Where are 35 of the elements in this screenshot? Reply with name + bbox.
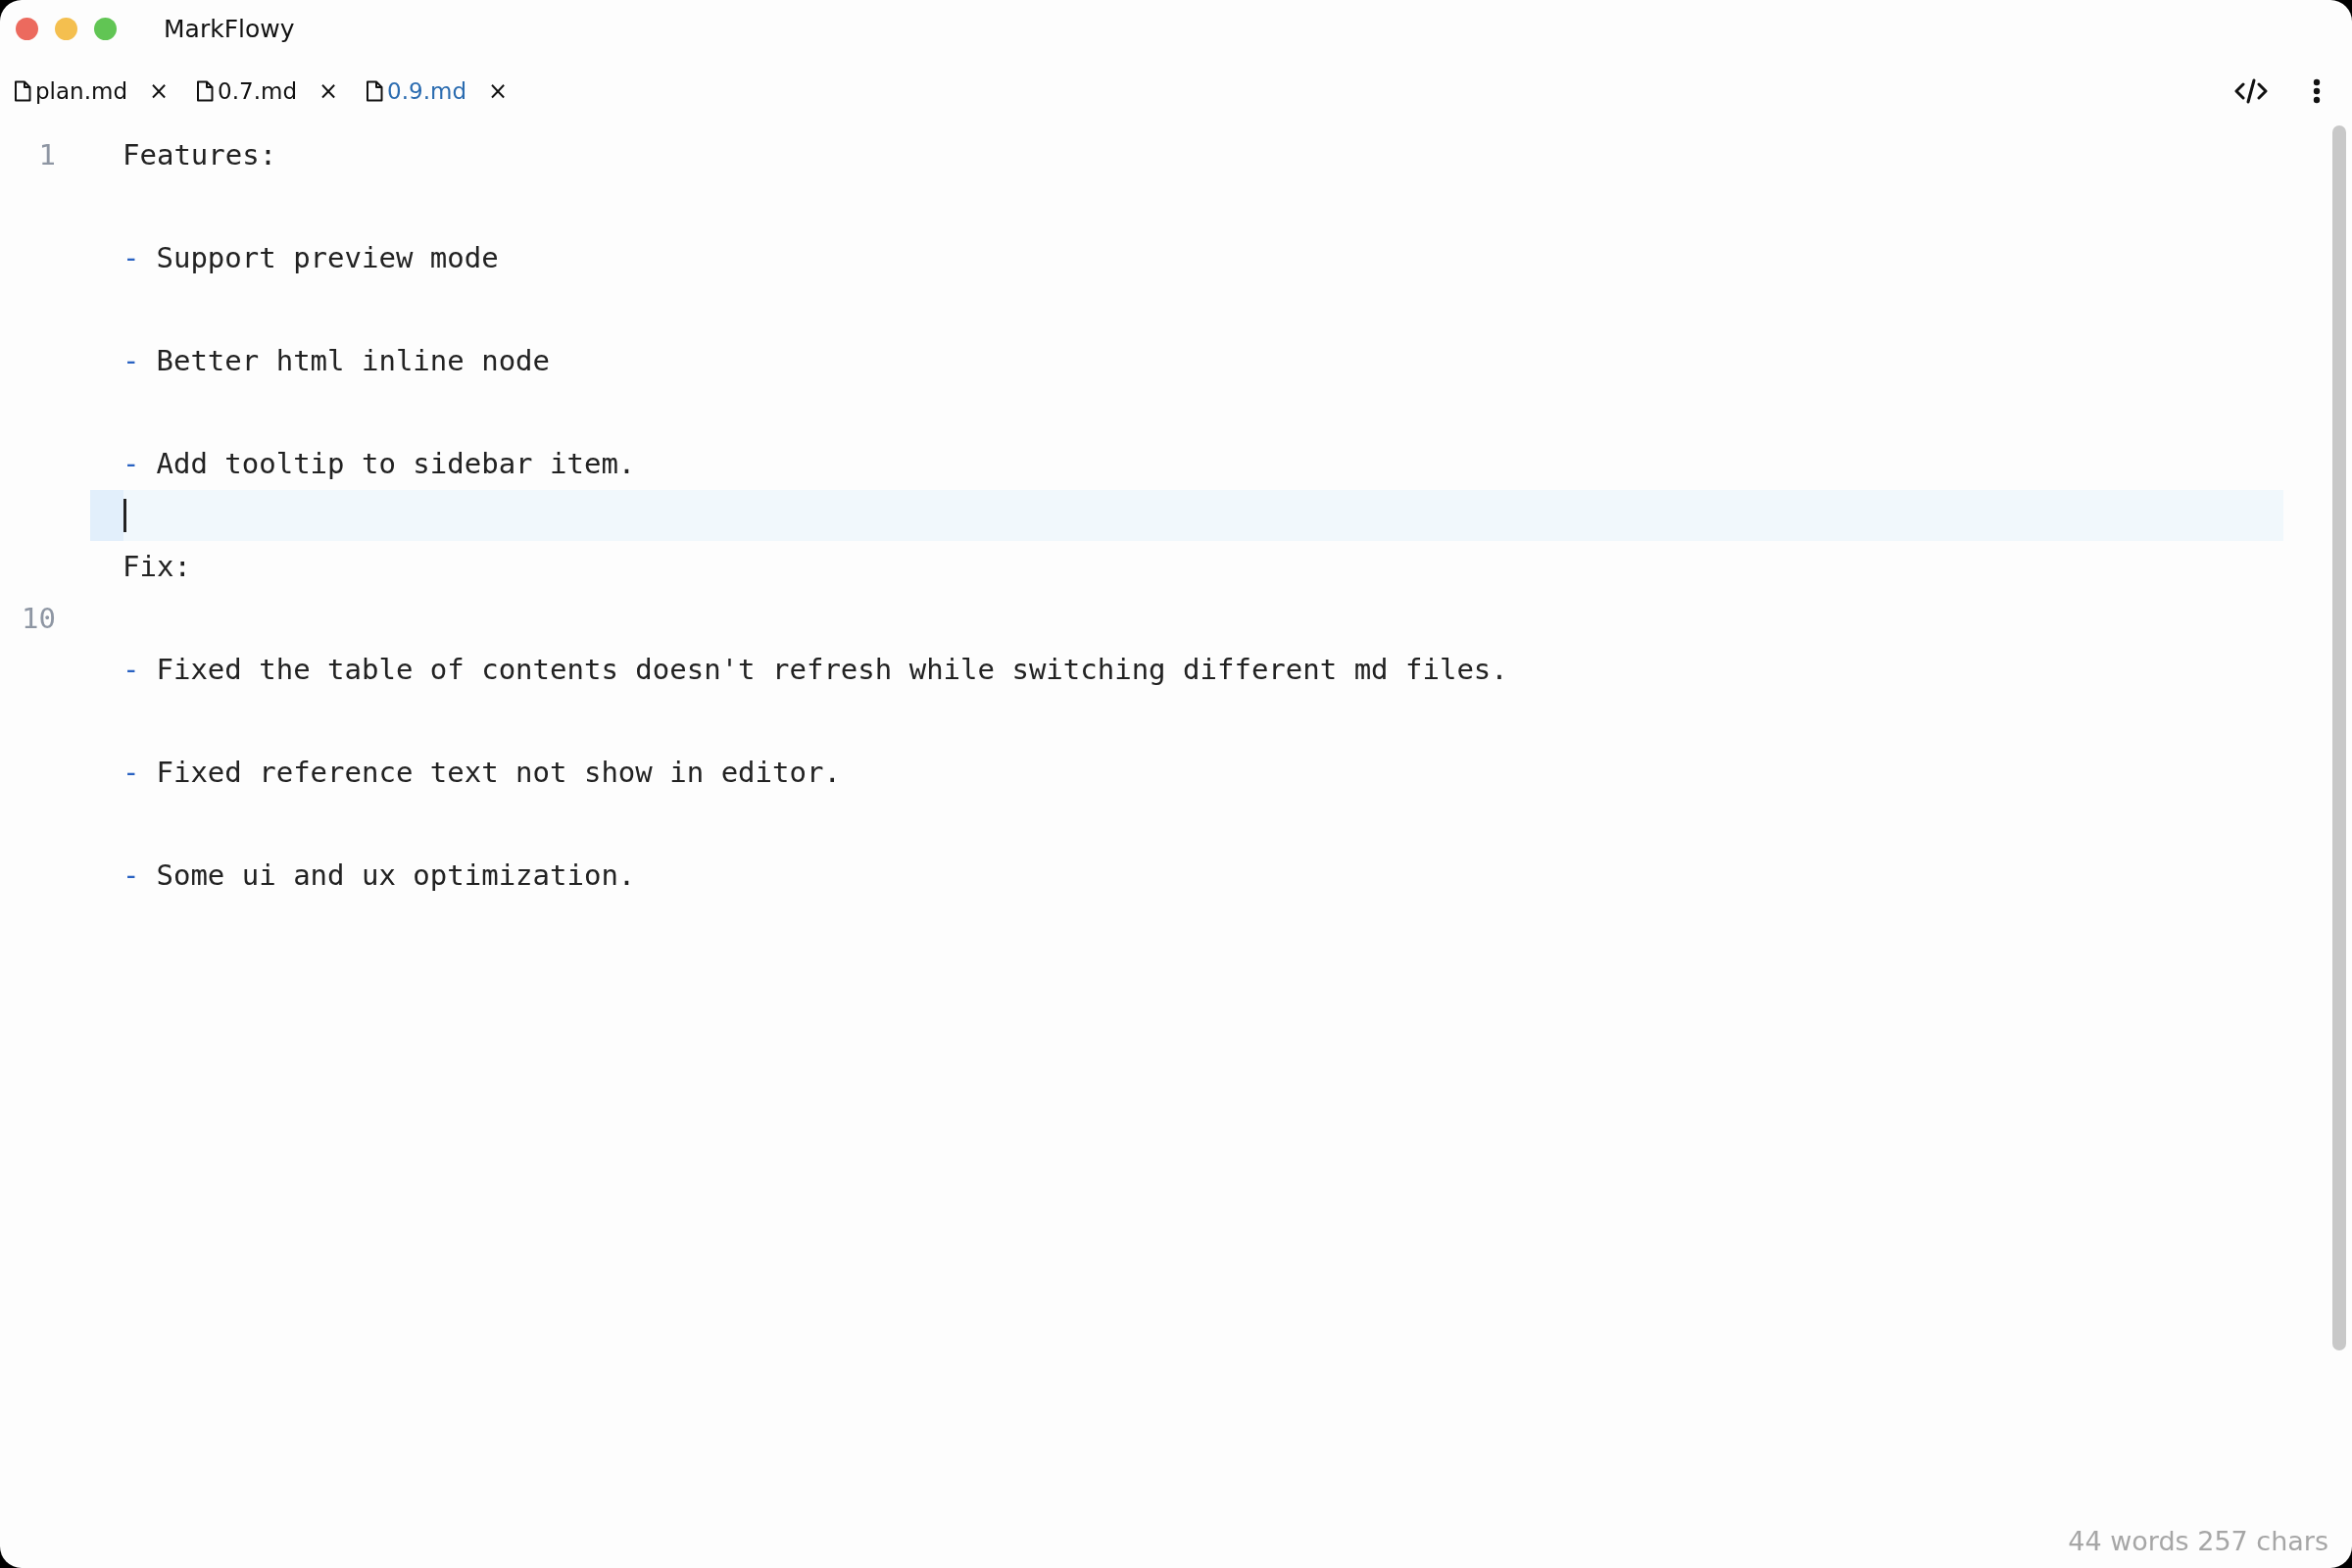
tab-close-button[interactable]: ×: [488, 77, 509, 105]
list-marker: -: [122, 653, 140, 687]
file-icon: [14, 80, 31, 102]
file-icon: [196, 80, 215, 102]
list-item-text: Fixed reference text not show in editor.: [156, 756, 841, 790]
maximize-window-button[interactable]: [94, 17, 117, 40]
list-marker: -: [122, 344, 140, 378]
code-view-icon[interactable]: [2234, 78, 2268, 104]
list-item-text: Better html inline node: [156, 344, 551, 378]
word-count: 44 words 257 chars: [2068, 1526, 2328, 1556]
window-title: MarkFlowy: [164, 14, 295, 43]
list-item-text: Fixed the table of contents doesn't refresh while switching different md files.: [156, 653, 1508, 687]
line-number: 10: [22, 601, 56, 635]
text-cursor: [123, 498, 126, 532]
editor-text: Fix:: [122, 550, 191, 584]
tab-close-button[interactable]: ×: [318, 77, 339, 105]
list-item-text: Add tooltip to sidebar item.: [156, 447, 636, 481]
list-item-text: Some ui and ux optimization.: [156, 858, 636, 893]
more-options-icon[interactable]: [2313, 78, 2321, 104]
list-marker: -: [122, 756, 140, 790]
editor-text: Features:: [122, 138, 277, 172]
file-tab[interactable]: 0.9.md ×: [366, 77, 509, 105]
list-item-text: Support preview mode: [156, 241, 499, 275]
gutter-highlight: [90, 489, 123, 541]
list-marker: -: [122, 858, 140, 893]
minimize-window-button[interactable]: [55, 17, 77, 40]
file-tab[interactable]: plan.md ×: [14, 77, 170, 105]
line-number: 1: [38, 138, 56, 172]
close-window-button[interactable]: [16, 17, 38, 40]
tab-close-button[interactable]: ×: [149, 77, 170, 105]
scrollbar-thumb[interactable]: [2332, 125, 2346, 1350]
list-marker: -: [122, 241, 140, 275]
list-marker: -: [122, 447, 140, 481]
file-tab[interactable]: 0.7.md ×: [196, 77, 339, 105]
file-icon: [366, 80, 384, 102]
